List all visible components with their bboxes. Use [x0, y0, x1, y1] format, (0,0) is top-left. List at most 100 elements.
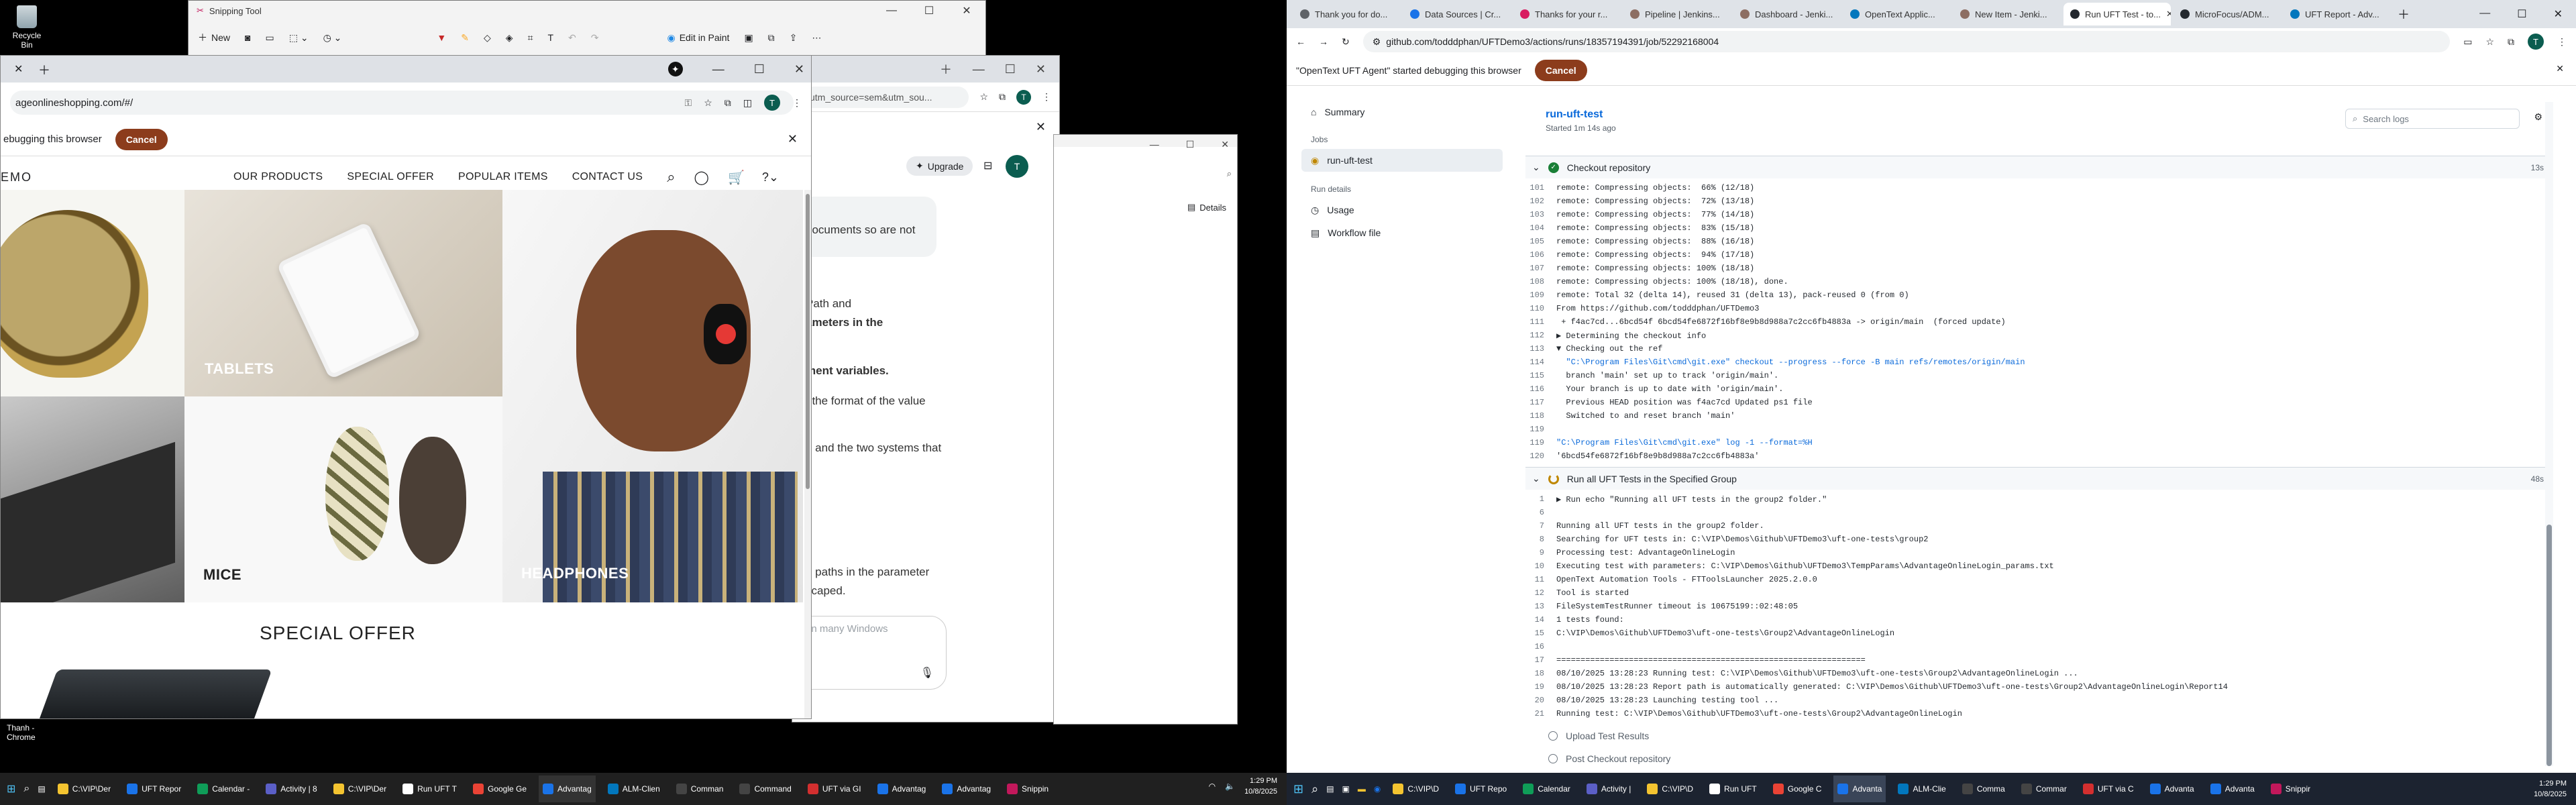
- taskbar-item[interactable]: Comman: [672, 775, 728, 802]
- maximize-button[interactable]: ☐: [754, 62, 765, 76]
- minimize-button[interactable]: —: [1150, 139, 1159, 150]
- nav-our-products[interactable]: OUR PRODUCTS: [233, 171, 323, 183]
- minimize-button[interactable]: —: [712, 62, 724, 76]
- tab-active[interactable]: Run UFT Test - to... ✕: [2063, 3, 2171, 25]
- user-icon[interactable]: ◯: [694, 169, 709, 186]
- tab-close-icon[interactable]: ✕: [14, 62, 23, 76]
- new-tab-icon[interactable]: ＋: [2398, 5, 2410, 23]
- pen-icon[interactable]: ✎: [461, 32, 469, 44]
- clock[interactable]: 1:29 PM 10/8/2025: [1244, 775, 1277, 797]
- menu-icon[interactable]: ⋮: [792, 97, 802, 109]
- more-icon[interactable]: ⋯: [812, 32, 821, 44]
- recycle-bin-shortcut[interactable]: Recycle Bin: [7, 5, 47, 50]
- help-icon[interactable]: ?⌄: [762, 170, 779, 184]
- extensions-icon[interactable]: ⧉: [2508, 36, 2514, 48]
- edit-in-paint-button[interactable]: ◉ Edit in Paint: [667, 32, 730, 44]
- tab[interactable]: Dashboard - Jenki...: [1733, 3, 1841, 25]
- cart-icon[interactable]: 🛒: [728, 169, 745, 186]
- sidebar-item-summary[interactable]: ⌂ Summary: [1301, 101, 1503, 123]
- save-icon[interactable]: ▣: [744, 32, 753, 44]
- infobar-close-icon[interactable]: ✕: [2556, 63, 2564, 74]
- sidebar-item-job[interactable]: ◉ run-uft-test: [1301, 149, 1503, 172]
- nav-popular-items[interactable]: POPULAR ITEMS: [458, 171, 548, 183]
- crop-icon[interactable]: ⌗: [528, 32, 533, 44]
- new-snip-button[interactable]: ＋ New: [198, 31, 230, 44]
- tab[interactable]: Thanks for your r...: [1513, 3, 1621, 25]
- circle-icon[interactable]: ✦: [667, 62, 683, 76]
- taskbar-item[interactable]: Advanta: [2146, 775, 2198, 802]
- tab[interactable]: Thank you for do...: [1293, 3, 1401, 25]
- taskbar-item[interactable]: Activity | 8: [262, 775, 321, 802]
- undo-icon[interactable]: ↶: [568, 32, 576, 44]
- highlighter-icon[interactable]: ▼: [437, 32, 446, 43]
- taskbar-item[interactable]: C:\VIP\Der: [54, 775, 115, 802]
- taskbar-item[interactable]: Calendar: [1519, 775, 1574, 802]
- taskbar-item[interactable]: Google Ge: [469, 775, 531, 802]
- task-view-icon[interactable]: ▤: [38, 784, 45, 794]
- eraser-icon[interactable]: ◇: [484, 32, 491, 44]
- close-button[interactable]: ✕: [948, 1, 985, 21]
- right-clock[interactable]: 1:29 PM 10/8/2025: [2534, 778, 2567, 800]
- new-tab-icon[interactable]: ＋: [38, 61, 50, 78]
- search-icon[interactable]: ⌕: [23, 783, 30, 795]
- scrollbar[interactable]: [804, 190, 811, 718]
- cancel-debug-button[interactable]: Cancel: [115, 128, 168, 150]
- star-icon[interactable]: ☆: [2485, 36, 2494, 48]
- tab[interactable]: OpenText Applic...: [1843, 3, 1951, 25]
- share-icon[interactable]: ⊟: [983, 159, 992, 172]
- copy-icon[interactable]: ⧉: [768, 32, 775, 44]
- search-icon[interactable]: ⌕: [1227, 168, 1232, 179]
- maximize-button[interactable]: ☐: [1186, 139, 1195, 150]
- taskbar-item[interactable]: Command: [735, 775, 795, 802]
- tab[interactable]: Data Sources | Cr...: [1403, 3, 1511, 25]
- taskbar-item[interactable]: Run UFT T: [398, 775, 461, 802]
- tablets-tile[interactable]: TABLETS: [184, 190, 502, 396]
- maximize-button[interactable]: ☐: [910, 1, 948, 21]
- chat-input[interactable]: in many Windows 🎙: [792, 616, 947, 690]
- sidebar-item-workflow-file[interactable]: ▤ Workflow file: [1301, 221, 1503, 244]
- star-icon[interactable]: ☆: [979, 91, 988, 103]
- taskbar-item[interactable]: Advanta: [1833, 775, 1886, 802]
- search-icon[interactable]: ⌕: [1311, 782, 1318, 796]
- github-cancel-debug-button[interactable]: Cancel: [1534, 59, 1587, 81]
- cast-icon[interactable]: ▭: [2463, 36, 2472, 48]
- text-icon[interactable]: T: [547, 32, 553, 43]
- speaker-tile[interactable]: [1, 190, 184, 396]
- background-close-icon[interactable]: ✕: [1036, 120, 1046, 134]
- minimize-button[interactable]: —: [2479, 7, 2490, 21]
- taskbar-item[interactable]: Advantag: [938, 775, 995, 802]
- step-post-checkout[interactable]: Post Checkout repository: [1525, 747, 2553, 770]
- video-icon[interactable]: ▭: [265, 32, 274, 44]
- back-icon[interactable]: ←: [1296, 36, 1305, 47]
- new-tab-icon[interactable]: ＋: [940, 60, 952, 78]
- shapes-icon[interactable]: ◈: [506, 32, 513, 44]
- background-browser-url[interactable]: utm_source=sem&utm_sou...: [800, 86, 969, 108]
- minimize-button[interactable]: —: [873, 1, 910, 21]
- taskbar-item[interactable]: C:\VIP\D: [1389, 775, 1443, 802]
- taskbar-item[interactable]: UFT Repor: [123, 775, 185, 802]
- search-icon[interactable]: ⌕: [667, 168, 675, 186]
- key-icon[interactable]: ⚿: [685, 97, 692, 109]
- laptops-tile[interactable]: [1, 396, 184, 602]
- close-button[interactable]: ✕: [1221, 139, 1229, 150]
- profile-icon[interactable]: T: [764, 95, 780, 111]
- task-view-icon[interactable]: ▤: [1326, 784, 1334, 794]
- maximize-button[interactable]: ☐: [1005, 62, 1016, 76]
- log-scrollbar[interactable]: [2545, 102, 2553, 766]
- profile-icon[interactable]: T: [2528, 34, 2544, 50]
- mice-tile[interactable]: MICE: [184, 396, 502, 602]
- camera-icon[interactable]: ◙: [245, 32, 250, 43]
- timer-icon[interactable]: ◷ ⌄: [323, 32, 342, 44]
- taskbar-item[interactable]: ALM-Clien: [604, 775, 664, 802]
- chrome-shortcut[interactable]: Thanh - Chrome: [7, 723, 54, 742]
- sidebar-icon[interactable]: ◫: [743, 97, 752, 109]
- taskbar-item[interactable]: Activity |: [1582, 775, 1635, 802]
- redo-icon[interactable]: ↷: [591, 32, 599, 44]
- step-upload-results[interactable]: Upload Test Results: [1525, 724, 2553, 747]
- maximize-button[interactable]: ☐: [2517, 7, 2526, 21]
- taskbar-item[interactable]: Run UFT: [1705, 775, 1761, 802]
- taskbar-item[interactable]: Snippir: [2267, 775, 2314, 802]
- extensions-icon[interactable]: ⧉: [724, 97, 731, 109]
- infobar-close-icon[interactable]: ✕: [788, 132, 798, 146]
- star-icon[interactable]: ☆: [704, 97, 712, 109]
